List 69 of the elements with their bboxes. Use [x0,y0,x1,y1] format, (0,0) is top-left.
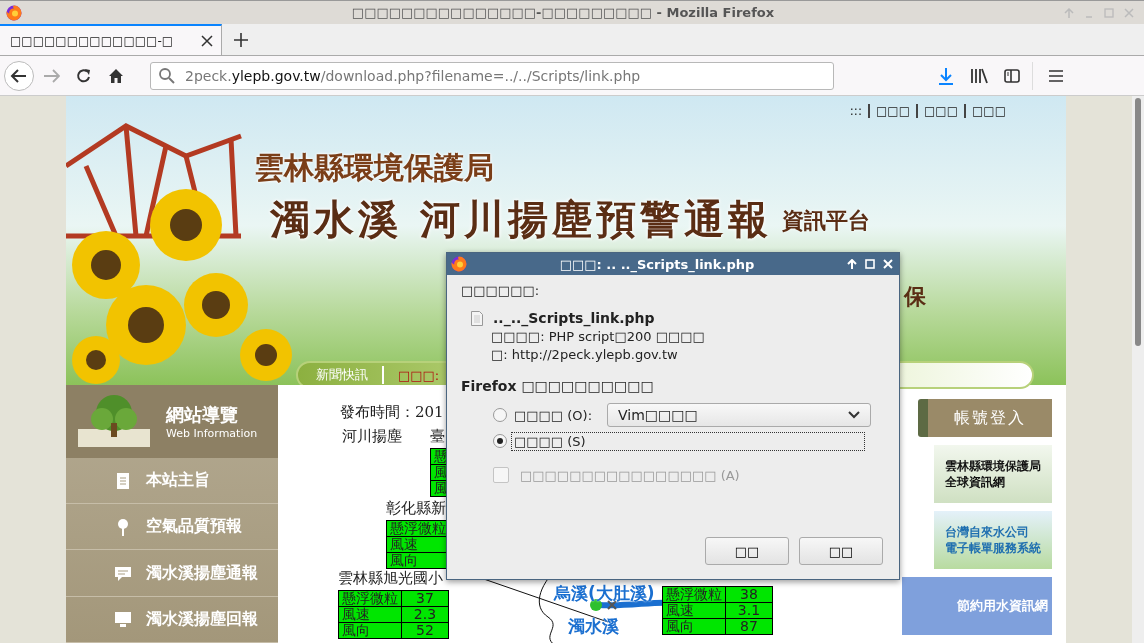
chevron-down-icon [848,411,861,419]
scrollbar[interactable] [1132,96,1144,643]
table-cell: 懸浮微粒 [338,590,402,607]
address-bar[interactable]: 2peck.ylepb.gov.tw/download.php?filename=../../Scripts/link.php [150,61,834,90]
window-title: □□□□□□□□□□□□□□□-□□□□□□□□□ - Mozilla Firefox [350,5,776,20]
header-link[interactable]: □□□ [867,104,916,118]
table-cell: 87 [725,618,773,635]
browser-tab[interactable]: □□□□□□□□□□□□□-□ [0,24,222,55]
file-icon [471,310,483,326]
menu-icon[interactable] [1049,69,1063,82]
table-cell: 懸浮微粒 [662,586,726,603]
banner-text: 保 [904,283,926,311]
dialog-question: Firefox □□□□□□□□□□ [461,378,655,394]
url-text: 2peck.ylepb.gov.tw/download.php?filename=../../Scripts/link.php [185,67,641,84]
table-cell: 38 [725,586,773,603]
download-icon[interactable] [938,66,954,85]
dialog-button[interactable]: □□ [799,537,883,565]
library-icon[interactable] [970,67,988,84]
app-dropdown[interactable]: Vim□□□□ [607,403,872,427]
checkbox-label: □□□□□□□□□□□□□□□□ (A) [519,466,741,485]
station-name: 臺 [430,427,445,446]
document-icon [114,471,132,490]
table-cell: 風速 [338,606,402,623]
publish-time: 發布時間：201 [340,403,444,422]
platform-subtitle: 資訊平台 [781,207,870,235]
sidebar-title: 網站導覽 [166,403,239,427]
file-source: □: http://2peck.ylepb.gov.tw [490,347,679,362]
station-name: 雲林縣旭光國小 [338,569,443,588]
firefox-icon [451,256,467,272]
table-cell: 2.3 [401,606,449,623]
dialog-title: □□□: .. .._Scripts_link.php [558,256,756,272]
dialog-button[interactable]: □□ [705,537,789,565]
monitor-icon [114,610,132,629]
agency-title: 雲林縣環境保護局 [254,149,494,187]
close-icon[interactable] [201,34,213,47]
firefox-icon [6,4,22,21]
banner-link[interactable]: 雲林縣環境保護局 全球資訊網 [934,445,1052,503]
option-label[interactable]: □□□□ (O): [511,405,596,425]
radio-button[interactable] [493,408,507,422]
table-cell: 37 [401,590,449,607]
table-cell: 風向 [338,622,402,639]
file-name: .._.._Scripts_link.php [493,310,655,326]
river-label: 烏溪(大肚溪) [554,582,655,605]
river-label: 濁水溪 [568,615,619,638]
speech-bubble-icon [114,564,132,583]
option-label[interactable]: □□□□ (S) [511,431,865,451]
news-text: □□□: [398,367,440,383]
dialog-prompt: □□□□□□: [461,283,541,298]
banner-link[interactable]: 台灣自來水公司 電子帳單服務系統 [934,511,1052,569]
bulletin-heading: 河川揚塵 [342,427,402,446]
search-icon [159,67,175,84]
platform-title: 濁水溪 河川揚塵預警通報 [270,196,772,242]
table-cell: 風速 [662,602,726,619]
file-type: □□□□: PHP script□200 □□□□ [490,329,706,344]
sidebar-subtitle: Web Information [166,427,258,440]
header-marker: ::: [848,104,863,118]
table-cell: 風向 [662,618,726,635]
station-name: 彰化縣新 [386,499,446,518]
table-cell: 52 [401,622,449,639]
header-link[interactable]: □□□ [915,104,964,118]
sidebar-icon[interactable] [1004,68,1020,83]
scroll-thumb[interactable] [1135,98,1141,346]
new-tab-icon[interactable] [234,32,248,47]
table-cell: 3.1 [725,602,773,619]
home-icon[interactable] [108,67,124,84]
radio-button[interactable] [493,434,507,448]
reload-icon[interactable] [76,67,92,84]
header-link[interactable]: □□□ [964,104,1012,118]
back-icon[interactable] [4,60,34,91]
